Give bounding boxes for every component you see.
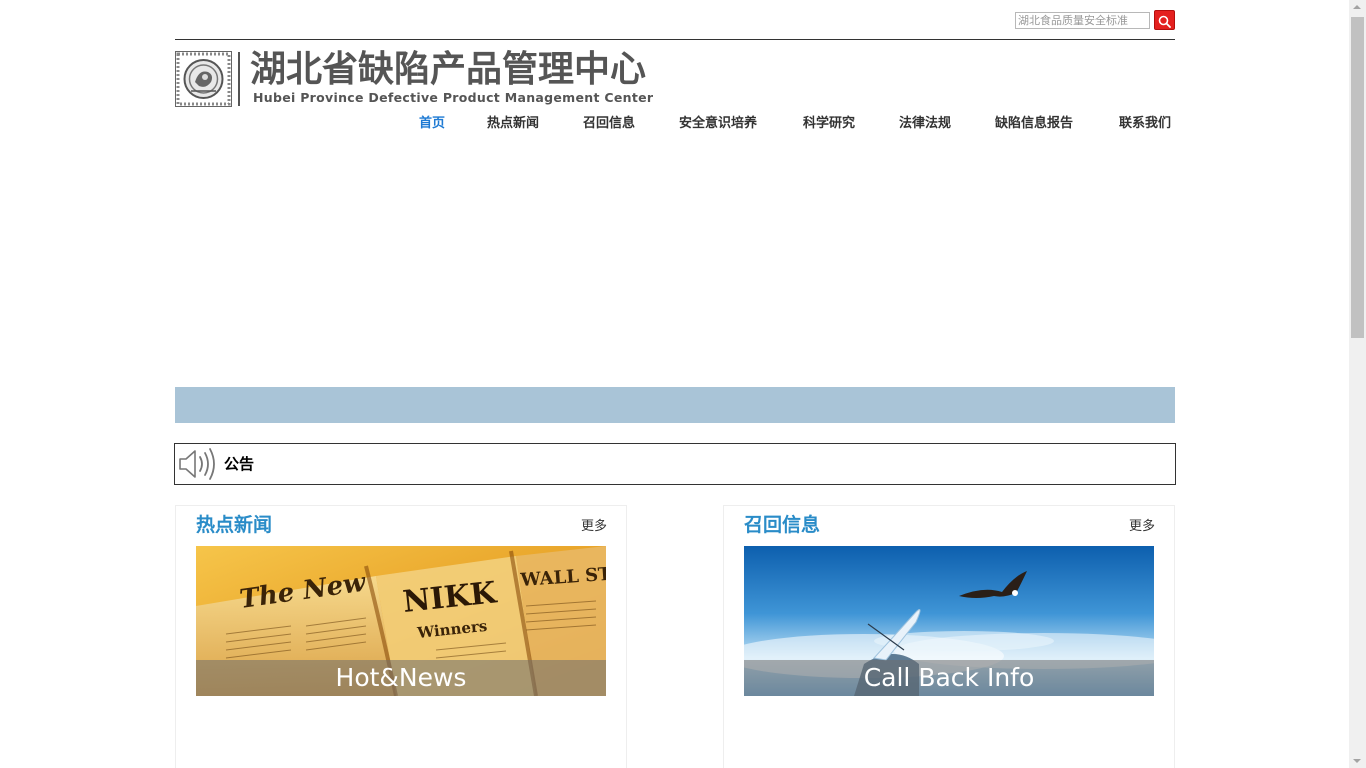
recall-title[interactable]: 召回信息 [744, 512, 820, 538]
search-button[interactable] [1154, 10, 1175, 30]
scroll-down-arrow-icon[interactable] [1353, 759, 1361, 763]
vertical-scrollbar[interactable] [1349, 0, 1366, 768]
nav-item-recall[interactable]: 召回信息 [583, 113, 635, 135]
logo-seal-icon [175, 51, 232, 107]
speaker-icon [179, 448, 215, 480]
site-title: 湖北省缺陷产品管理中心 [250, 49, 647, 90]
hot-news-more-link[interactable]: 更多 [581, 518, 607, 536]
banner-strip [175, 387, 1175, 423]
hot-news-image[interactable]: The New NIKK Winners WALL ST Hot&News [196, 546, 606, 696]
search-input[interactable] [1015, 12, 1150, 29]
site-logo[interactable]: 湖北省缺陷产品管理中心 Hubei Province Defective Pro… [175, 49, 655, 108]
hot-news-title[interactable]: 热点新闻 [196, 512, 272, 538]
scrollbar-thumb[interactable] [1351, 17, 1364, 338]
recall-panel: 召回信息 更多 Call Back Info [723, 505, 1175, 768]
site-subtitle: Hubei Province Defective Product Managem… [253, 90, 654, 105]
hot-news-panel: 热点新闻 更多 The New NIKK Winners WALL ST Hot… [175, 505, 627, 768]
nav-item-hot-news[interactable]: 热点新闻 [487, 113, 539, 135]
nav-item-safety-awareness[interactable]: 安全意识培养 [679, 113, 757, 135]
search-icon [1158, 15, 1171, 28]
nav-item-laws[interactable]: 法律法规 [899, 113, 951, 135]
nav-item-home[interactable]: 首页 [419, 113, 445, 135]
announcement-bar: 公告 [174, 443, 1176, 485]
page: 湖北省缺陷产品管理中心 Hubei Province Defective Pro… [0, 0, 1366, 768]
logo-divider [238, 52, 240, 106]
nav-item-defect-report[interactable]: 缺陷信息报告 [995, 113, 1073, 135]
scroll-up-arrow-icon[interactable] [1353, 5, 1361, 9]
recall-image[interactable]: Call Back Info [744, 546, 1154, 696]
recall-caption: Call Back Info [863, 663, 1035, 692]
nav-item-contact[interactable]: 联系我们 [1119, 113, 1171, 135]
hot-news-caption: Hot&News [335, 663, 467, 692]
announcement-label: 公告 [224, 455, 255, 473]
recall-more-link[interactable]: 更多 [1129, 518, 1155, 536]
nav-item-research[interactable]: 科学研究 [803, 113, 855, 135]
top-search-bar [175, 0, 1175, 40]
main-nav: 首页 热点新闻 召回信息 安全意识培养 科学研究 法律法规 缺陷信息报告 联系我… [175, 113, 1175, 137]
